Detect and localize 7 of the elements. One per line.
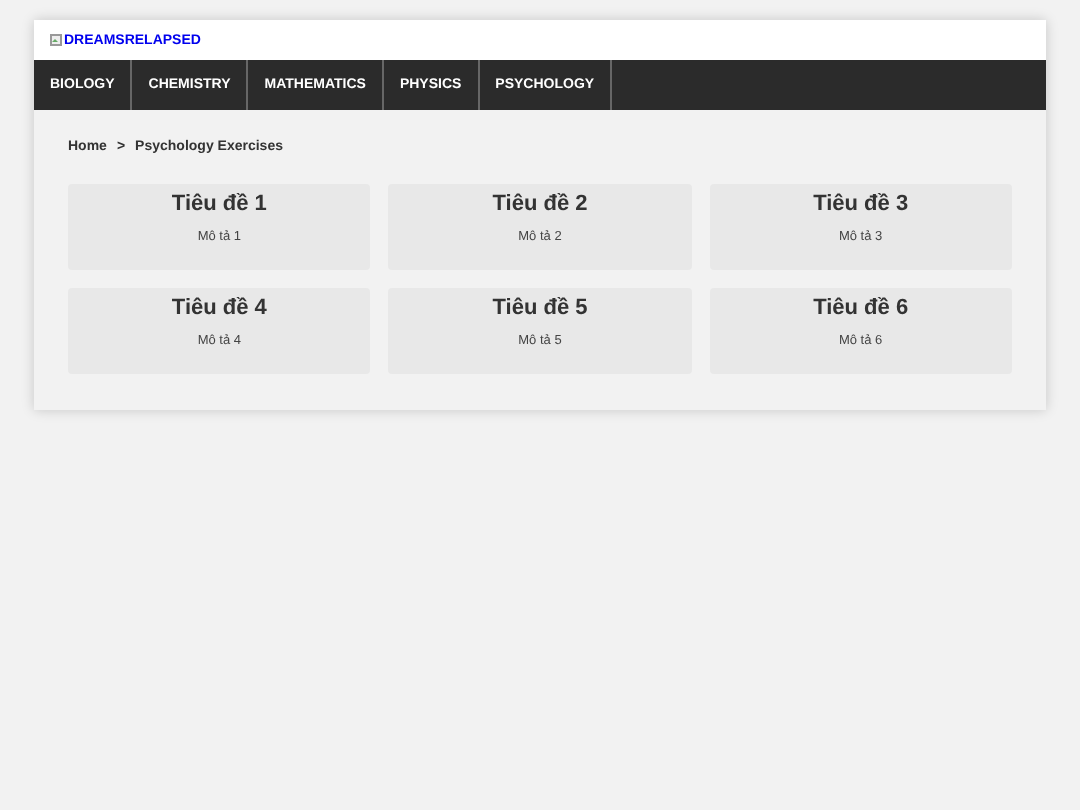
card-title: Tiêu đề 2 bbox=[492, 192, 588, 216]
broken-image-icon bbox=[50, 34, 62, 46]
card-title: Tiêu đề 4 bbox=[171, 296, 267, 320]
card-title: Tiêu đề 6 bbox=[813, 296, 909, 320]
card-title: Tiêu đề 5 bbox=[492, 296, 588, 320]
card-title: Tiêu đề 3 bbox=[813, 192, 909, 216]
card-title: Tiêu đề 1 bbox=[171, 192, 267, 216]
